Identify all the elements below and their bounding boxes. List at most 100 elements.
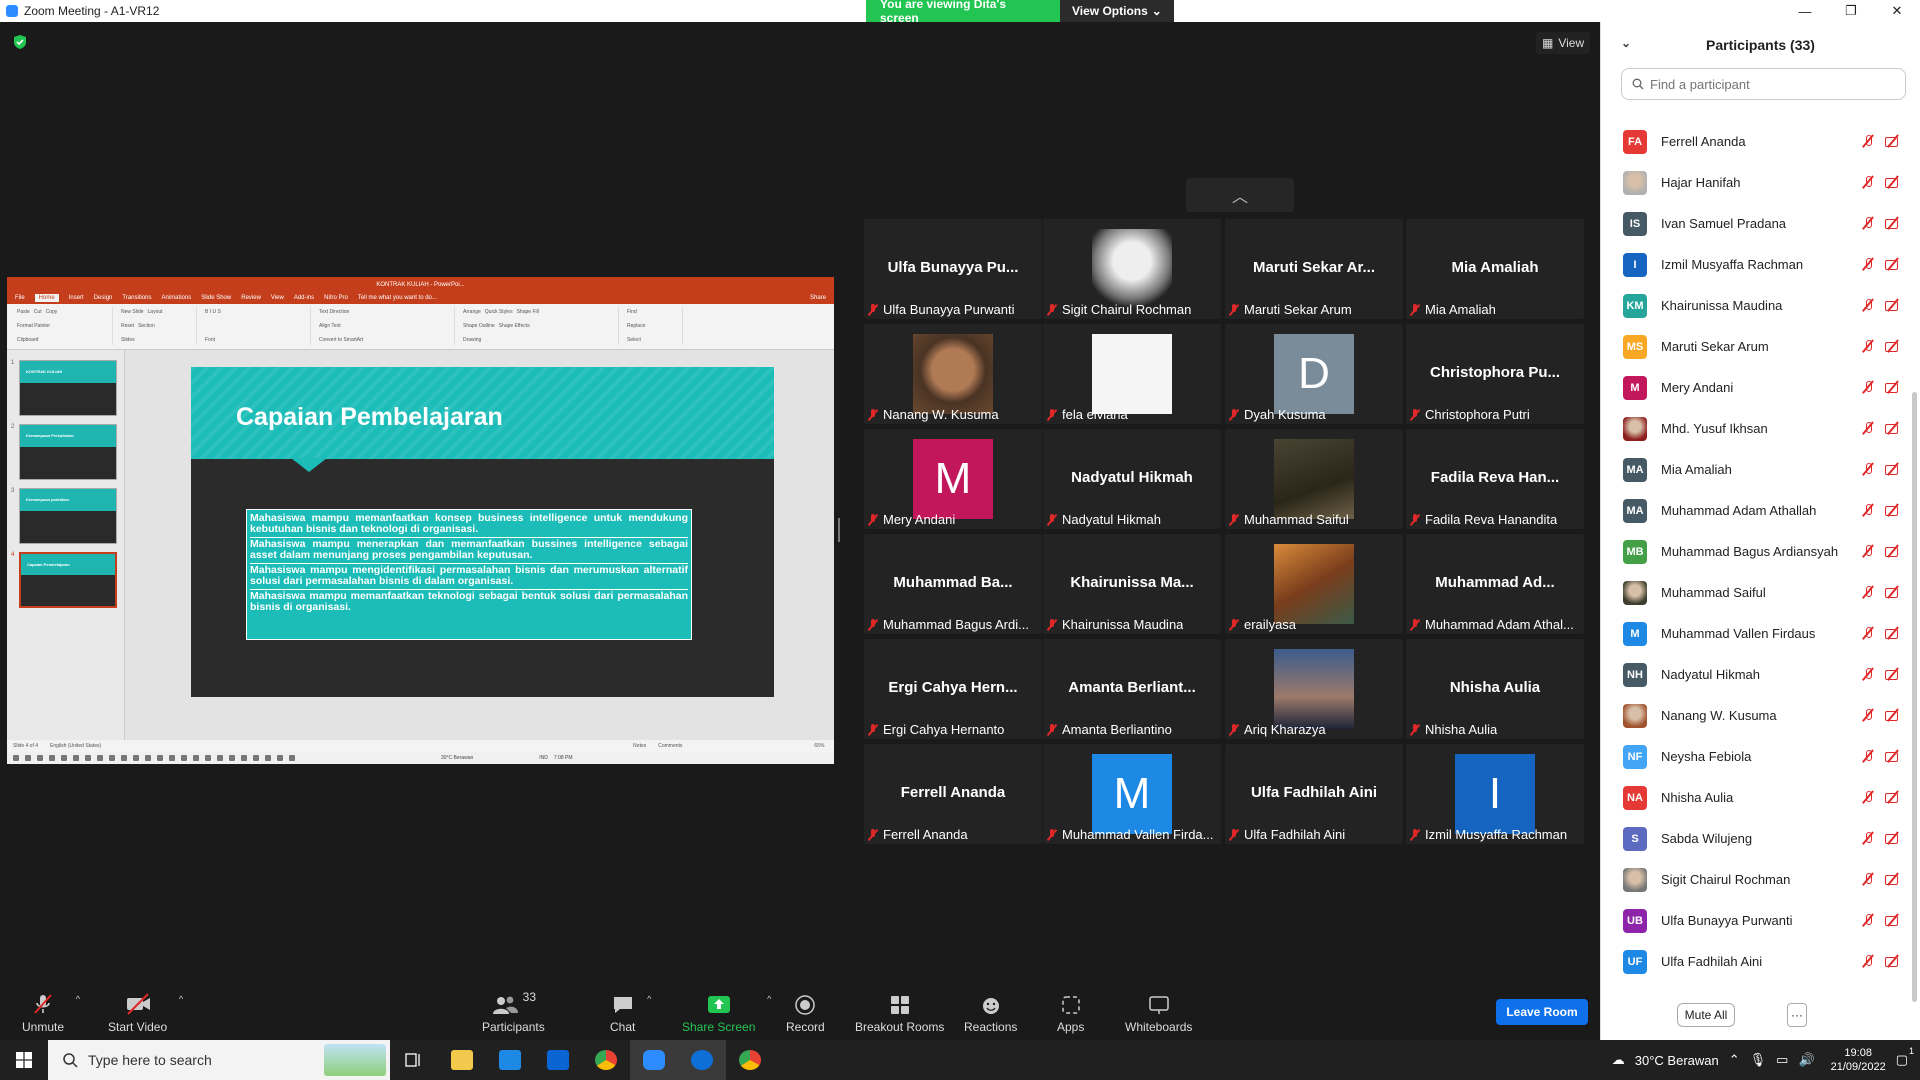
share-screen-button[interactable]: Share Screen ^ bbox=[682, 990, 771, 1034]
start-video-button[interactable]: Start Video ^ bbox=[108, 990, 183, 1034]
participants-button[interactable]: 33 Participants bbox=[482, 990, 545, 1034]
pp-tab[interactable]: Slide Show bbox=[201, 295, 231, 301]
video-tile[interactable]: Nadyatul Hikmah Nadyatul Hikmah bbox=[1043, 429, 1221, 529]
caret-up-icon[interactable]: ^ bbox=[179, 994, 183, 1004]
record-button[interactable]: Record bbox=[786, 990, 825, 1034]
unmute-button[interactable]: Unmute ^ bbox=[22, 990, 80, 1034]
pp-new-slide[interactable]: New Slide bbox=[121, 309, 144, 315]
participant-row[interactable]: I Izmil Musyaffa Rachman bbox=[1601, 244, 1911, 285]
view-button[interactable]: ▦ View bbox=[1536, 32, 1591, 54]
video-tile[interactable]: Muhammad Ad... Muhammad Adam Athal... bbox=[1406, 534, 1584, 634]
participant-row[interactable]: NA Nhisha Aulia bbox=[1601, 777, 1911, 818]
pp-zoom[interactable]: 65% bbox=[814, 743, 824, 749]
weather-text[interactable]: 30°C Berawan bbox=[1635, 1053, 1719, 1068]
zoom-icon[interactable] bbox=[630, 1040, 678, 1080]
video-tile[interactable]: M Muhammad Vallen Firda... bbox=[1043, 744, 1221, 844]
video-tile[interactable]: Muhammad Ba... Muhammad Bagus Ardi... bbox=[864, 534, 1042, 634]
participant-search[interactable] bbox=[1621, 68, 1906, 100]
video-tile[interactable]: Maruti Sekar Ar... Maruti Sekar Arum bbox=[1225, 219, 1403, 319]
video-tile[interactable]: Mia Amaliah Mia Amaliah bbox=[1406, 219, 1584, 319]
video-tile[interactable]: Sigit Chairul Rochman bbox=[1043, 219, 1221, 319]
participant-row[interactable]: M Mery Andani bbox=[1601, 367, 1911, 408]
collapse-panel-icon[interactable]: ⌄ bbox=[1621, 36, 1631, 50]
pp-tab[interactable]: Add-ins bbox=[294, 295, 314, 301]
chevron-up-icon[interactable]: ⌃ bbox=[1729, 1052, 1740, 1068]
pp-tab[interactable]: Nitro Pro bbox=[324, 295, 348, 301]
pp-tab[interactable]: File bbox=[15, 295, 25, 301]
file-explorer-icon[interactable] bbox=[438, 1040, 486, 1080]
pp-select[interactable]: Select bbox=[627, 337, 678, 343]
participant-row[interactable]: MB Muhammad Bagus Ardiansyah bbox=[1601, 531, 1911, 572]
video-tile[interactable]: D Dyah Kusuma bbox=[1225, 324, 1403, 424]
video-tile[interactable]: M Mery Andani bbox=[864, 429, 1042, 529]
participant-row[interactable]: Mhd. Yusuf Ikhsan bbox=[1601, 408, 1911, 449]
participant-row[interactable]: Hajar Hanifah bbox=[1601, 162, 1911, 203]
mail-icon[interactable] bbox=[534, 1040, 582, 1080]
pp-section[interactable]: Section bbox=[138, 323, 155, 329]
participant-row[interactable]: UB Ulfa Bunayya Purwanti bbox=[1601, 900, 1911, 941]
pp-comments[interactable]: Comments bbox=[658, 743, 682, 749]
pp-tab[interactable]: Design bbox=[94, 295, 113, 301]
pp-copy[interactable]: Copy bbox=[46, 309, 58, 315]
caret-up-icon[interactable]: ^ bbox=[76, 994, 80, 1004]
chat-button[interactable]: Chat ^ bbox=[610, 990, 651, 1034]
view-options-button[interactable]: View Options ⌄ bbox=[1060, 0, 1174, 22]
participant-row[interactable]: Sigit Chairul Rochman bbox=[1601, 859, 1911, 900]
pp-format-painter[interactable]: Format Painter bbox=[17, 323, 108, 329]
store-icon[interactable] bbox=[486, 1040, 534, 1080]
pp-tell-me[interactable]: Tell me what you want to do... bbox=[358, 295, 437, 301]
pp-text-direction[interactable]: Text Direction bbox=[319, 309, 450, 315]
pp-quick-styles[interactable]: Quick Styles bbox=[485, 309, 513, 315]
participant-row[interactable]: Muhammad Saiful bbox=[1601, 572, 1911, 613]
pp-convert-smartart[interactable]: Convert to SmartArt bbox=[319, 337, 450, 343]
taskbar-search[interactable]: Type here to search bbox=[48, 1040, 390, 1080]
pp-align-text[interactable]: Align Text bbox=[319, 323, 450, 329]
slide-thumbnail[interactable]: Kemampuan Perkuliahan bbox=[19, 424, 117, 480]
encryption-shield-icon[interactable] bbox=[12, 34, 28, 50]
participant-row[interactable]: MA Mia Amaliah bbox=[1601, 449, 1911, 490]
video-tile[interactable]: fela elviana bbox=[1043, 324, 1221, 424]
video-tile[interactable]: Muhammad Saiful bbox=[1225, 429, 1403, 529]
volume-icon[interactable]: 🔊 bbox=[1798, 1052, 1814, 1068]
pp-cut[interactable]: Cut bbox=[34, 309, 42, 315]
video-tile[interactable]: Ergi Cahya Hern... Ergi Cahya Hernanto bbox=[864, 639, 1042, 739]
slide-thumbnail[interactable]: Kemampuan praktikan bbox=[19, 488, 117, 544]
pp-tab[interactable]: Review bbox=[241, 295, 261, 301]
gallery-collapse-button[interactable]: ︿ bbox=[1186, 178, 1294, 212]
video-tile[interactable]: Khairunissa Ma... Khairunissa Maudina bbox=[1043, 534, 1221, 634]
clock[interactable]: 19:08 21/09/2022 bbox=[1831, 1046, 1886, 1074]
teamviewer-icon[interactable] bbox=[678, 1040, 726, 1080]
caret-up-icon[interactable]: ^ bbox=[647, 994, 651, 1004]
participant-row[interactable]: NH Nadyatul Hikmah bbox=[1601, 654, 1911, 695]
slide-thumbnail-selected[interactable]: Capaian Pembelajaran bbox=[19, 552, 117, 608]
video-tile[interactable]: Nhisha Aulia Nhisha Aulia bbox=[1406, 639, 1584, 739]
pp-arrange[interactable]: Arrange bbox=[463, 309, 481, 315]
video-tile[interactable]: erailyasa bbox=[1225, 534, 1403, 634]
video-tile[interactable]: Ariq Kharazya bbox=[1225, 639, 1403, 739]
participant-row[interactable]: M Muhammad Vallen Firdaus bbox=[1601, 613, 1911, 654]
minimize-button[interactable]: — bbox=[1782, 0, 1828, 22]
video-tile[interactable]: Ferrell Ananda Ferrell Ananda bbox=[864, 744, 1042, 844]
task-view-icon[interactable] bbox=[390, 1040, 438, 1080]
participant-row[interactable]: S Sabda Wilujeng bbox=[1601, 818, 1911, 859]
video-tile[interactable]: Amanta Berliant... Amanta Berliantino bbox=[1043, 639, 1221, 739]
breakout-rooms-button[interactable]: Breakout Rooms bbox=[855, 990, 944, 1034]
participant-row[interactable]: MA Muhammad Adam Athallah bbox=[1601, 490, 1911, 531]
video-tile[interactable]: Ulfa Fadhilah Aini Ulfa Fadhilah Aini bbox=[1225, 744, 1403, 844]
slide-thumbnail[interactable]: KONTRAK KULIAH bbox=[19, 360, 117, 416]
apps-button[interactable]: Apps bbox=[1057, 990, 1084, 1034]
search-input[interactable] bbox=[1650, 76, 1890, 92]
more-options-button[interactable]: ··· bbox=[1787, 1003, 1807, 1027]
reactions-button[interactable]: Reactions bbox=[964, 990, 1017, 1034]
participant-row[interactable]: NF Neysha Febiola bbox=[1601, 736, 1911, 777]
pp-tab[interactable]: Transitions bbox=[122, 295, 151, 301]
notification-icon[interactable]: ▢ 1 bbox=[1896, 1046, 1914, 1068]
pp-shape-effects[interactable]: Shape Effects bbox=[499, 323, 530, 329]
pp-tab[interactable]: Insert bbox=[69, 295, 84, 301]
video-tile[interactable]: Ulfa Bunayya Pu... Ulfa Bunayya Purwanti bbox=[864, 219, 1042, 319]
pp-tab-home[interactable]: Home bbox=[34, 294, 59, 302]
chrome-alt-icon[interactable] bbox=[726, 1040, 774, 1080]
pp-replace[interactable]: Replace bbox=[627, 323, 678, 329]
pp-notes[interactable]: Notes bbox=[633, 743, 646, 749]
participant-row[interactable]: IS Ivan Samuel Pradana bbox=[1601, 203, 1911, 244]
